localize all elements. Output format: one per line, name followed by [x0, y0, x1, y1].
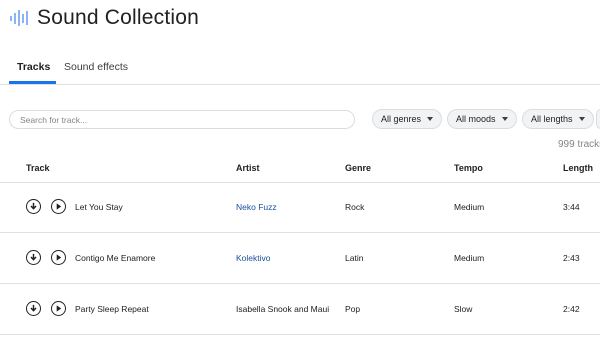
length-filter-label: All lengths	[531, 114, 573, 124]
track-tempo: Slow	[454, 304, 473, 314]
column-header-length[interactable]: Length	[563, 163, 593, 173]
play-button[interactable]	[51, 301, 66, 316]
table-row: Contigo Me Enamore Kolektivo Latin Mediu…	[0, 233, 600, 284]
track-title[interactable]: Party Sleep Repeat	[75, 304, 149, 314]
download-button[interactable]	[26, 301, 41, 316]
track-genre: Rock	[345, 202, 365, 212]
column-header-track[interactable]: Track	[26, 163, 50, 173]
tab-sound-effects[interactable]: Sound effects	[64, 61, 128, 73]
track-tempo: Medium	[454, 202, 485, 212]
track-title[interactable]: Contigo Me Enamore	[75, 253, 155, 263]
artist-name[interactable]: Isabella Snook and Maui	[236, 304, 329, 314]
play-button[interactable]	[51, 199, 66, 214]
play-icon	[56, 305, 62, 312]
caret-down-icon	[501, 117, 508, 121]
track-title[interactable]: Let You Stay	[75, 202, 123, 212]
column-header-tempo[interactable]: Tempo	[454, 163, 483, 173]
track-genre: Pop	[345, 304, 361, 314]
track-length: 3:44	[563, 202, 580, 212]
genre-filter-dropdown[interactable]: All genres	[372, 109, 443, 129]
track-tempo: Medium	[454, 253, 485, 263]
artist-link[interactable]: Neko Fuzz	[236, 202, 277, 212]
table-header: Track Artist Genre Tempo Length	[0, 157, 600, 183]
active-tab-indicator	[9, 81, 56, 84]
column-header-genre[interactable]: Genre	[345, 163, 371, 173]
table-row: Let You Stay Neko Fuzz Rock Medium 3:44	[0, 182, 600, 233]
play-icon	[56, 254, 62, 261]
download-icon	[30, 304, 37, 312]
length-filter-dropdown[interactable]: All lengths	[522, 109, 594, 129]
audio-wave-icon	[10, 10, 28, 26]
more-filters-dropdown[interactable]	[596, 109, 600, 129]
page-title: Sound Collection	[37, 6, 199, 29]
download-button[interactable]	[26, 250, 41, 265]
column-header-artist[interactable]: Artist	[236, 163, 260, 173]
download-icon	[30, 253, 37, 261]
mood-filter-dropdown[interactable]: All moods	[447, 109, 517, 129]
download-icon	[30, 202, 37, 210]
tab-tracks[interactable]: Tracks	[17, 61, 50, 73]
track-genre: Latin	[345, 253, 364, 263]
download-button[interactable]	[26, 199, 41, 214]
search-input[interactable]	[9, 110, 355, 129]
track-length: 2:43	[563, 253, 580, 263]
table-row: Party Sleep Repeat Isabella Snook and Ma…	[0, 284, 600, 335]
tab-bar: Tracks Sound effects	[0, 56, 600, 85]
artist-link[interactable]: Kolektivo	[236, 253, 271, 263]
play-button[interactable]	[51, 250, 66, 265]
mood-filter-label: All moods	[456, 114, 496, 124]
caret-down-icon	[578, 117, 585, 121]
caret-down-icon	[427, 117, 434, 121]
play-icon	[56, 203, 62, 210]
track-length: 2:42	[563, 304, 580, 314]
page: Sound Collection Tracks Sound effects Al…	[0, 0, 600, 337]
genre-filter-label: All genres	[381, 114, 422, 124]
header: Sound Collection	[9, 6, 199, 30]
results-count: 999 tracks	[558, 139, 600, 150]
